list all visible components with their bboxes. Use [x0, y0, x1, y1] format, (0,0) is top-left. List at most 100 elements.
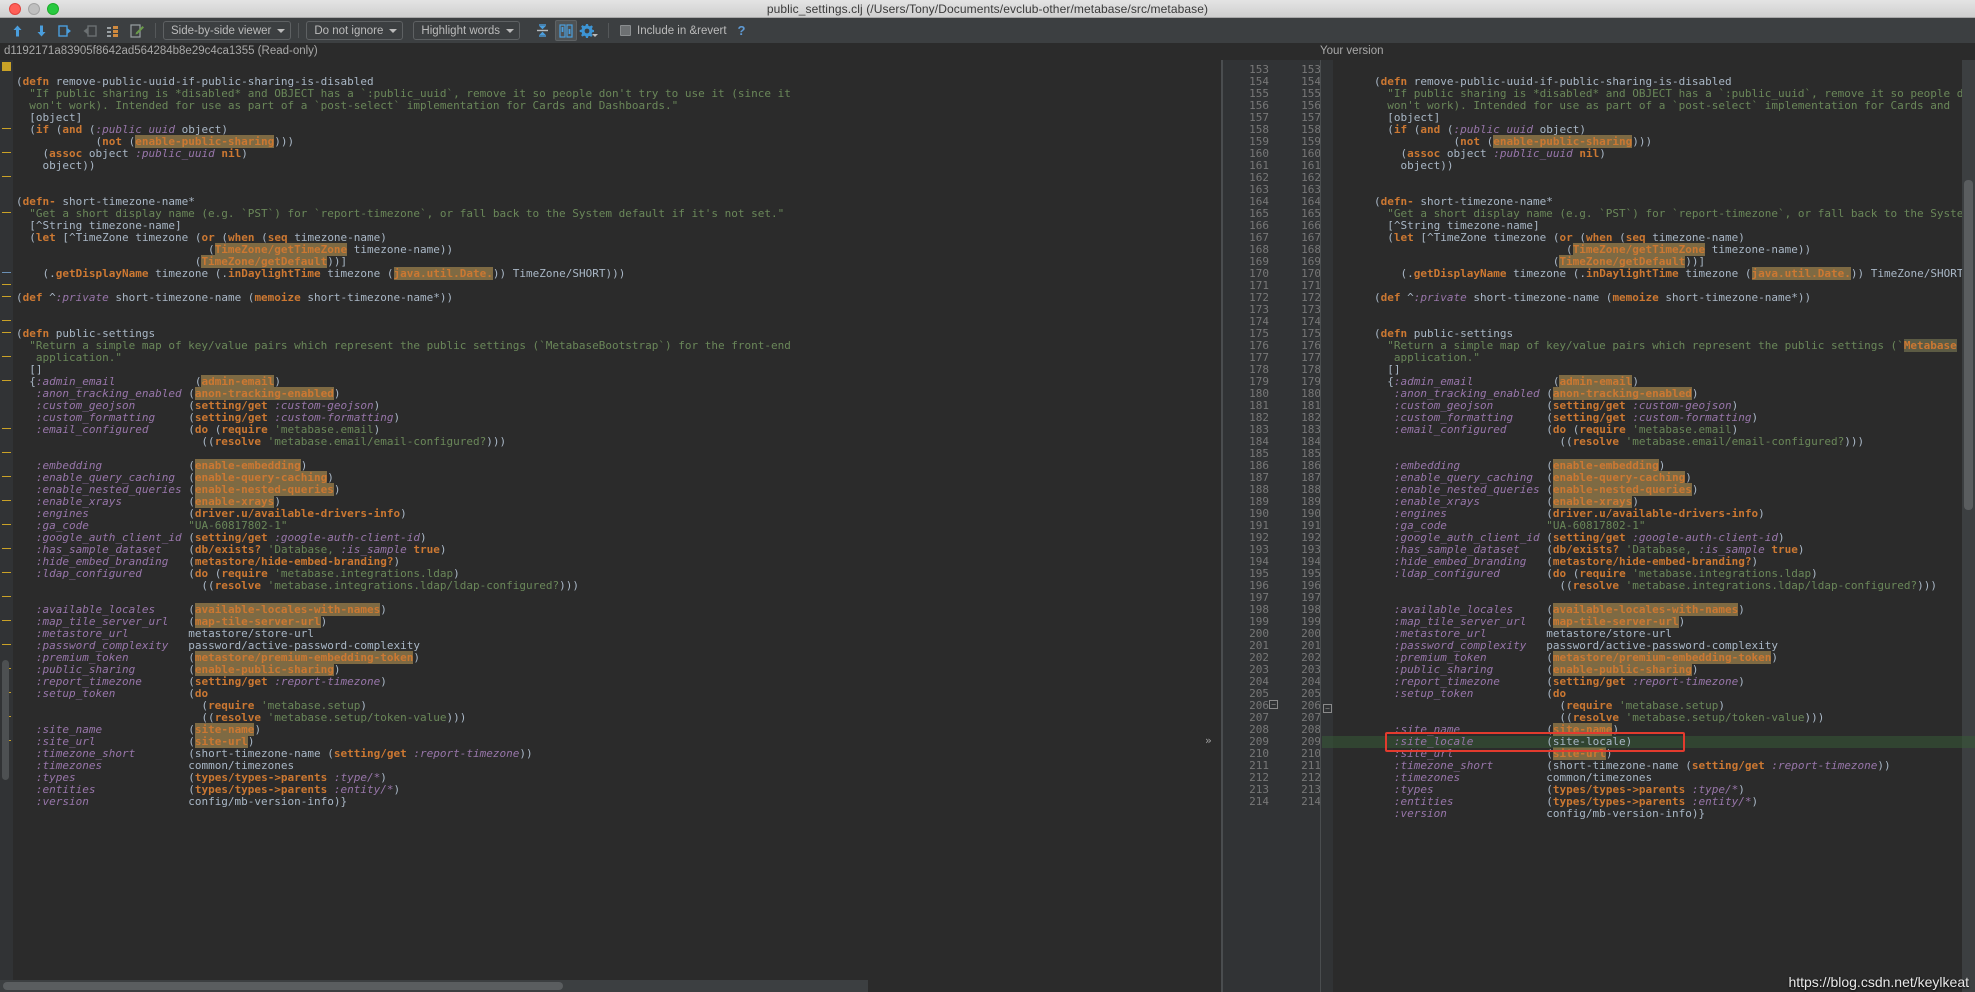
- fold-marker[interactable]: [2, 212, 11, 213]
- fold-marker[interactable]: [2, 596, 11, 597]
- line-numbers-right: 153 154 155 156 157 158 159 160 161 162 …: [1301, 63, 1321, 808]
- viewer-mode-dropdown[interactable]: Side-by-side viewer: [163, 21, 292, 40]
- fold-marker[interactable]: [2, 320, 11, 321]
- vertical-scrollbar-thumb[interactable]: [1964, 180, 1973, 510]
- right-code-content[interactable]: (defn remove-public-uuid-if-public-shari…: [1374, 64, 1963, 820]
- fold-marker[interactable]: [2, 500, 11, 501]
- code-line: ((resolve 'metabase.integrations.ldap/ld…: [1374, 580, 1963, 592]
- help-icon[interactable]: ?: [738, 23, 746, 38]
- settings-gear-icon[interactable]: [579, 20, 601, 41]
- fold-marker[interactable]: [2, 272, 11, 273]
- code-token: :private: [55, 291, 109, 304]
- fold-marker[interactable]: [2, 548, 11, 549]
- fold-marker[interactable]: [2, 452, 11, 453]
- checkbox-icon[interactable]: [620, 25, 632, 36]
- fold-marker[interactable]: [2, 356, 11, 357]
- fold-region-marker-right[interactable]: −: [1323, 704, 1332, 713]
- right-fold-gutter[interactable]: [1322, 60, 1333, 992]
- edit-source-icon[interactable]: [126, 20, 148, 41]
- code-token: ^: [1400, 291, 1414, 304]
- code-line: application.": [1374, 352, 1963, 364]
- left-pane-header: d1192171a83905f8642ad564284b8e29c4ca1355…: [4, 45, 318, 57]
- code-token: resolve: [1572, 435, 1620, 448]
- fold-marker[interactable]: [2, 176, 11, 177]
- right-editor-pane[interactable]: − (defn remove-public-uuid-if-public-sha…: [1322, 60, 1975, 992]
- code-token: ): [1691, 483, 1699, 496]
- fold-marker[interactable]: [2, 284, 11, 285]
- code-token: ): [393, 783, 401, 796]
- code-token: 'metabase.integrations.ldap/ldap-configu…: [1625, 579, 1918, 592]
- code-token: timezone (: [1678, 267, 1752, 280]
- left-horizontal-scrollbar-thumb[interactable]: [3, 982, 563, 990]
- left-editor-pane[interactable]: (defn remove-public-uuid-if-public-shari…: [0, 60, 868, 992]
- left-code-content[interactable]: (defn remove-public-uuid-if-public-shari…: [16, 64, 791, 808]
- code-line: (.getDisplayName timezone (.inDaylightTi…: [1374, 267, 1963, 280]
- code-token: :report-timezone: [274, 675, 381, 688]
- diff-toolbar[interactable]: Side-by-side viewer Do not ignore Highli…: [0, 18, 1975, 44]
- code-line: "Return a simple map of key/value pairs …: [16, 340, 791, 352]
- window-title-bar: public_settings.clj (/Users/Tony/Documen…: [0, 0, 1975, 18]
- code-token: ): [413, 651, 420, 664]
- fold-marker[interactable]: [2, 476, 11, 477]
- synchronize-scrolling-icon[interactable]: [555, 20, 578, 41]
- fold-marker[interactable]: [2, 152, 11, 153]
- code-token: ): [1797, 543, 1805, 556]
- code-token: :report-timezone: [413, 747, 520, 760]
- code-token: java.util.Date.: [393, 267, 493, 280]
- collapse-unchanged-fragments-icon[interactable]: [531, 20, 553, 41]
- code-line: (assoc object :public_uuid nil): [16, 148, 791, 160]
- code-token: memoize: [1612, 291, 1659, 304]
- window-title: public_settings.clj (/Users/Tony/Documen…: [766, 1, 1209, 16]
- code-token: ): [400, 507, 407, 520]
- code-token: config/mb-version-info)}: [1446, 807, 1706, 820]
- line-number-gutters: 153 154 155 156 157 158 159 160 161 162 …: [1222, 60, 1322, 992]
- change-direction-marker[interactable]: »: [1205, 735, 1212, 747]
- next-difference-icon[interactable]: [30, 20, 52, 41]
- fold-marker[interactable]: [2, 572, 11, 573]
- fold-marker[interactable]: [2, 620, 11, 621]
- code-token: getDisplayName: [1413, 267, 1507, 280]
- fold-marker[interactable]: [2, 644, 11, 645]
- ignore-policy-dropdown[interactable]: Do not ignore: [306, 21, 404, 40]
- include-in-revert-checkbox[interactable]: Include in &revert: [620, 25, 727, 37]
- fold-marker[interactable]: [2, 428, 11, 429]
- fold-marker[interactable]: [2, 296, 11, 297]
- code-token: true: [1771, 543, 1798, 556]
- fold-marker[interactable]: [2, 62, 11, 71]
- fold-marker[interactable]: [2, 128, 11, 129]
- highlight-mode-dropdown[interactable]: Highlight words: [413, 21, 521, 40]
- code-line: (.getDisplayName timezone (.inDaylightTi…: [16, 267, 791, 280]
- fold-marker[interactable]: [2, 524, 11, 525]
- code-token: true: [413, 543, 440, 556]
- left-horizontal-scrollbar[interactable]: [0, 980, 868, 992]
- previous-difference-icon[interactable]: [6, 20, 28, 41]
- code-token: won't work). Intended for use as part of…: [1374, 99, 1957, 112]
- apply-non-conflicting-changes-icon[interactable]: [102, 20, 124, 41]
- code-line: object)): [1374, 160, 1963, 172]
- left-fold-gutter[interactable]: [0, 60, 13, 992]
- left-vertical-scrollbar-thumb[interactable]: [2, 660, 9, 780]
- code-token: )): [1877, 759, 1891, 772]
- fold-region-marker-left[interactable]: −: [1269, 700, 1278, 709]
- code-token: ((: [16, 435, 215, 448]
- code-line: :version config/mb-version-info)}: [1374, 808, 1963, 820]
- toolbar-separator: [155, 23, 156, 38]
- fold-marker[interactable]: [2, 332, 11, 333]
- fold-marker[interactable]: [2, 380, 11, 381]
- code-token: ))): [1632, 135, 1653, 148]
- vertical-scrollbar[interactable]: [1962, 60, 1975, 992]
- accept-left-side-icon[interactable]: [54, 20, 76, 41]
- code-token: Metabase: [1903, 339, 1957, 352]
- code-token: getDisplayName: [55, 267, 149, 280]
- code-token: :report-timezone: [1771, 759, 1878, 772]
- accept-right-side-icon[interactable]: [78, 20, 100, 41]
- code-token: ): [439, 543, 447, 556]
- code-token: short-timezone-name (: [1466, 291, 1613, 304]
- code-token: won't work). Intended for use as part of…: [16, 99, 679, 112]
